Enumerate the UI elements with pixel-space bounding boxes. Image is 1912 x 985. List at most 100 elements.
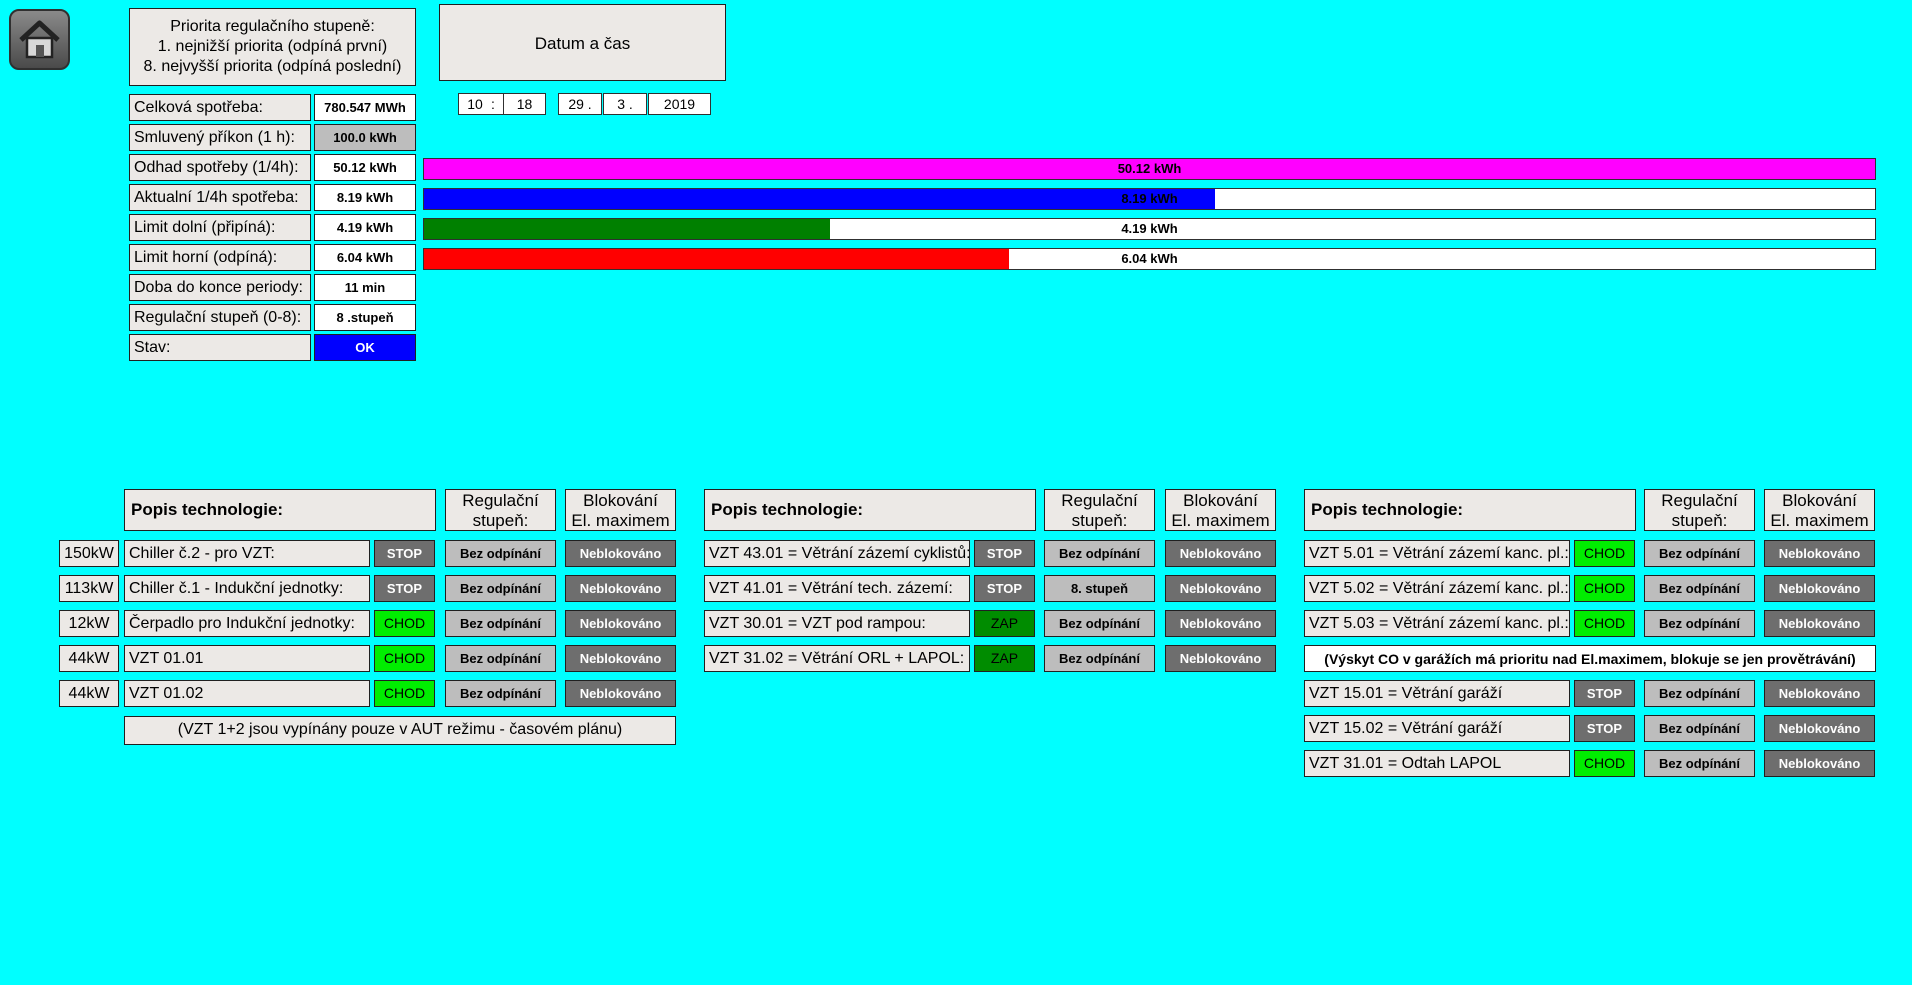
stat-value: 8.19 kWh [314,184,416,211]
header-regulacni-line2: stupeň: [472,511,529,530]
consumption-bar: 6.04 kWh [423,248,1876,270]
regulation-step-button[interactable]: 8. stupeň [1044,575,1155,602]
priority-info-box: Priorita regulačního stupeně: 1. nejnižš… [129,8,416,86]
technology-label: VZT 15.01 = Větrání garáží [1304,680,1570,707]
stat-value[interactable]: 100.0 kWh [314,124,416,151]
blocking-button[interactable]: Neblokováno [1165,575,1276,602]
stat-value: 8 .stupeň [314,304,416,331]
status-indicator: ZAP [974,645,1035,672]
consumption-bar: 50.12 kWh [423,158,1876,180]
header-regulacni-stupen: Regulační stupeň: [1644,489,1755,531]
status-indicator: ZAP [974,610,1035,637]
regulation-step-button[interactable]: Bez odpínání [1644,750,1755,777]
priority-info-line3: 8. nejvyšší priorita (odpíná poslední) [143,58,402,75]
header-regulacni-line2: stupeň: [1071,511,1128,530]
blocking-button[interactable]: Neblokováno [565,680,676,707]
header-regulacni-stupen: Regulační stupeň: [445,489,556,531]
technology-label: VZT 30.01 = VZT pod rampou: [704,610,970,637]
stat-label: Stav: [129,334,311,361]
month-field[interactable]: 3 . [603,93,647,115]
priority-info-line1: Priorita regulačního stupeně: [170,18,375,35]
status-indicator: CHOD [1574,610,1635,637]
technology-label: VZT 5.03 = Větrání zázemí kanc. pl.: [1304,610,1570,637]
technology-label: VZT 01.01 [124,645,370,672]
header-blokovani-line2: El. maximem [1770,511,1869,530]
blocking-button[interactable]: Neblokováno [1764,680,1875,707]
power-rating: 44kW [59,645,119,672]
blocking-button[interactable]: Neblokováno [565,610,676,637]
header-blokovani-line2: El. maximem [1171,511,1270,530]
stat-label: Regulační stupeň (0-8): [129,304,311,331]
header-blokovani-line1: Blokování [1782,491,1857,510]
blocking-button[interactable]: Neblokováno [565,645,676,672]
header-popis-technologie: Popis technologie: [1304,489,1636,531]
consumption-bar-text: 50.12 kWh [1117,161,1182,176]
regulation-step-button[interactable]: Bez odpínání [445,540,556,567]
consumption-bar-text: 4.19 kWh [1121,221,1178,236]
blocking-button[interactable]: Neblokováno [1764,750,1875,777]
technology-label: VZT 31.01 = Odtah LAPOL [1304,750,1570,777]
blocking-button[interactable]: Neblokováno [565,540,676,567]
time-separator: : [491,96,495,112]
regulation-step-button[interactable]: Bez odpínání [1644,715,1755,742]
stat-value: 50.12 kWh [314,154,416,181]
status-indicator: STOP [374,540,435,567]
stat-value: 780.547 MWh [314,94,416,121]
header-blokovani: Blokování El. maximem [1165,489,1276,531]
regulation-step-button[interactable]: Bez odpínání [1644,540,1755,567]
technology-label: Čerpadlo pro Indukční jednotky: [124,610,370,637]
datetime-title-box: Datum a čas [439,4,726,81]
technology-label: VZT 5.01 = Větrání zázemí kanc. pl.: [1304,540,1570,567]
header-blokovani: Blokování El. maximem [1764,489,1875,531]
blocking-button[interactable]: Neblokováno [1165,540,1276,567]
power-rating: 150kW [59,540,119,567]
blocking-button[interactable]: Neblokováno [1165,610,1276,637]
technology-label: VZT 41.01 = Větrání tech. zázemí: [704,575,970,602]
regulation-step-button[interactable]: Bez odpínání [1044,540,1155,567]
home-button[interactable] [9,9,70,70]
day-field[interactable]: 29 . [558,93,602,115]
year-field[interactable]: 2019 [648,93,711,115]
status-indicator: CHOD [1574,575,1635,602]
blocking-button[interactable]: Neblokováno [1165,645,1276,672]
header-regulacni-stupen: Regulační stupeň: [1044,489,1155,531]
header-regulacni-line1: Regulační [462,491,539,510]
blocking-button[interactable]: Neblokováno [1764,610,1875,637]
header-blokovani-line1: Blokování [583,491,658,510]
status-indicator: CHOD [374,680,435,707]
status-indicator: CHOD [1574,540,1635,567]
regulation-step-button[interactable]: Bez odpínání [1644,575,1755,602]
status-indicator: STOP [1574,680,1635,707]
consumption-bar-text: 8.19 kWh [1121,191,1178,206]
header-regulacni-line1: Regulační [1061,491,1138,510]
stat-label: Aktualní 1/4h spotřeba: [129,184,311,211]
regulation-step-button[interactable]: Bez odpínání [445,645,556,672]
regulation-step-button[interactable]: Bez odpínání [1644,610,1755,637]
technology-label: VZT 43.01 = Větrání zázemí cyklistů: [704,540,970,567]
header-blokovani-line2: El. maximem [571,511,670,530]
regulation-step-button[interactable]: Bez odpínání [1044,645,1155,672]
consumption-bar: 4.19 kWh [423,218,1876,240]
blocking-button[interactable]: Neblokováno [1764,715,1875,742]
status-indicator: CHOD [1574,750,1635,777]
power-rating: 12kW [59,610,119,637]
technology-label: Chiller č.1 - Indukční jednotky: [124,575,370,602]
regulation-step-button[interactable]: Bez odpínání [445,680,556,707]
home-icon [19,20,60,59]
regulation-step-button[interactable]: Bez odpínání [445,610,556,637]
blocking-button[interactable]: Neblokováno [1764,540,1875,567]
technology-label: VZT 31.02 = Větrání ORL + LAPOL: [704,645,970,672]
regulation-step-button[interactable]: Bez odpínání [1644,680,1755,707]
status-indicator: STOP [1574,715,1635,742]
blocking-button[interactable]: Neblokováno [1764,575,1875,602]
priority-info-line2: 1. nejnižší priorita (odpíná první) [157,38,388,55]
status-indicator: STOP [974,575,1035,602]
regulation-step-button[interactable]: Bez odpínání [1044,610,1155,637]
status-indicator: STOP [974,540,1035,567]
stat-value: 4.19 kWh [314,214,416,241]
stat-label: Celková spotřeba: [129,94,311,121]
minute-field[interactable]: 18 [503,93,546,115]
stat-label: Doba do konce periody: [129,274,311,301]
blocking-button[interactable]: Neblokováno [565,575,676,602]
regulation-step-button[interactable]: Bez odpínání [445,575,556,602]
